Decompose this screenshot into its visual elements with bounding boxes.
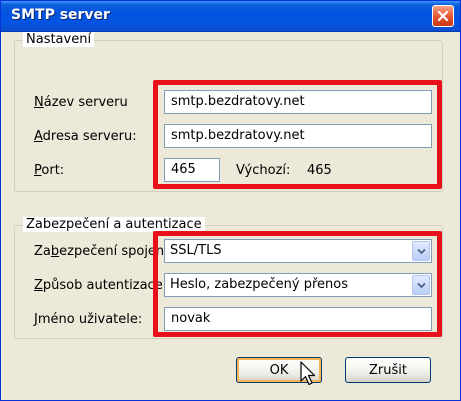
username-label: Jméno uživatele: <box>34 312 143 327</box>
security-legend: Zabezpečení a autentizace <box>23 217 205 232</box>
highlight-box-server <box>153 80 442 189</box>
close-button[interactable] <box>432 5 454 27</box>
server-address-label: Adresa serveru: <box>34 129 137 144</box>
server-name-label: Název serveru <box>34 95 128 110</box>
settings-legend: Nastavení <box>23 32 95 47</box>
port-label: Port: <box>34 163 65 178</box>
title-bar: SMTP server <box>1 1 460 32</box>
mouse-pointer-icon <box>300 361 316 386</box>
window-title: SMTP server <box>11 7 110 23</box>
cancel-button[interactable]: Zrušit <box>345 357 431 383</box>
connection-security-label: Zabezpečení spojení: <box>34 244 173 259</box>
auth-method-label: Způsob autentizace: <box>34 278 168 293</box>
close-icon <box>437 10 449 22</box>
highlight-box-security <box>153 231 442 337</box>
